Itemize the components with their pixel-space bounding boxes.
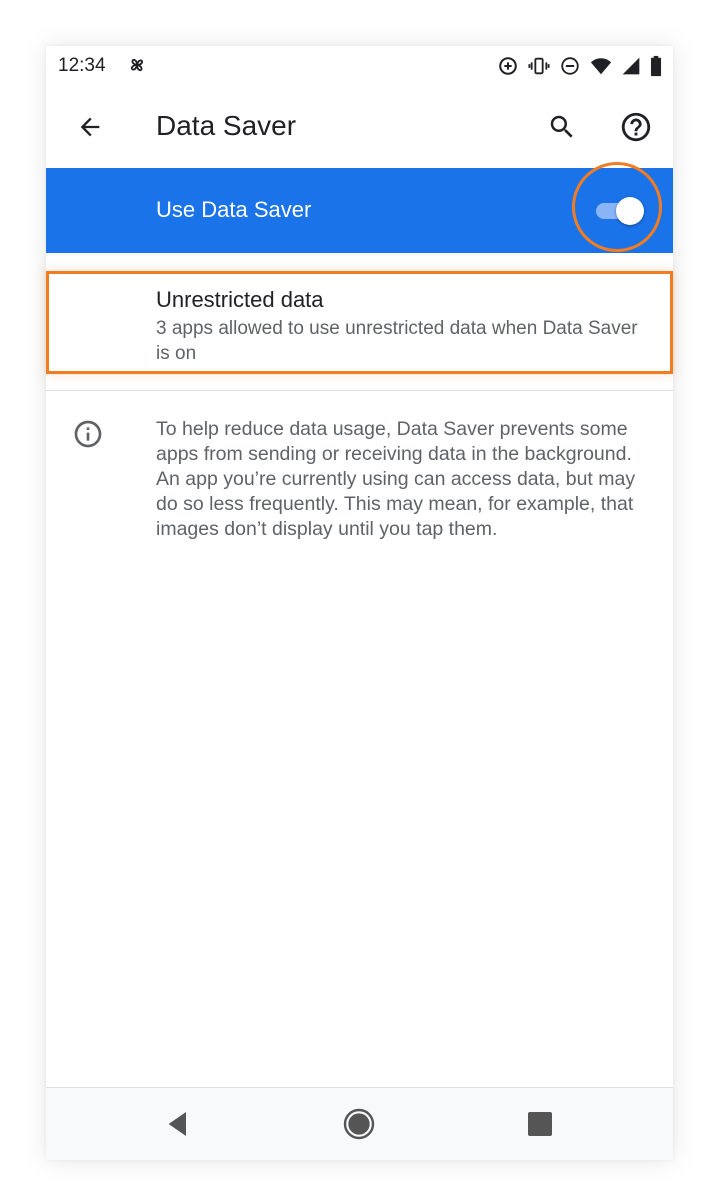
navigate-up-button[interactable] [68,105,112,149]
nav-home-icon[interactable] [343,1108,375,1140]
master-switch-bar[interactable]: Use Data Saver [46,168,673,253]
arrow-back-icon [80,117,100,137]
data-saver-icon [499,57,517,75]
unrestricted-data-title: Unrestricted data [156,287,324,312]
divider [46,390,673,391]
battery-icon [650,55,662,77]
system-nav-bar [46,1088,673,1160]
status-bar: 12:34 [46,46,673,86]
wifi-icon [590,58,612,75]
nav-back-icon[interactable] [162,1108,194,1140]
status-time: 12:34 [58,55,106,76]
info-icon [74,420,102,448]
unrestricted-data-summary: 3 apps allowed to use unrestricted data … [156,318,638,364]
toggle-thumb [616,197,644,225]
search-button[interactable] [540,105,584,149]
do-not-disturb-icon [561,57,579,75]
pinwheel-icon [130,58,144,72]
phone-screen: 12:34 Data Saver Use Data Saver Unrestri… [46,46,673,1160]
help-icon [621,112,651,142]
page-title: Data Saver [156,110,297,141]
cell-signal-icon [622,57,640,75]
master-switch-label: Use Data Saver [156,197,312,222]
status-icons [497,54,663,78]
search-icon [550,115,573,138]
unrestricted-data-item[interactable]: Unrestricted data 3 apps allowed to use … [46,271,673,374]
nav-recents-icon[interactable] [524,1108,556,1140]
data-saver-toggle[interactable] [594,197,644,225]
vibrate-icon [528,57,550,75]
help-button[interactable] [614,105,658,149]
app-bar: Data Saver [46,86,673,168]
footer-info-text: To help reduce data usage, Data Saver pr… [156,418,636,540]
